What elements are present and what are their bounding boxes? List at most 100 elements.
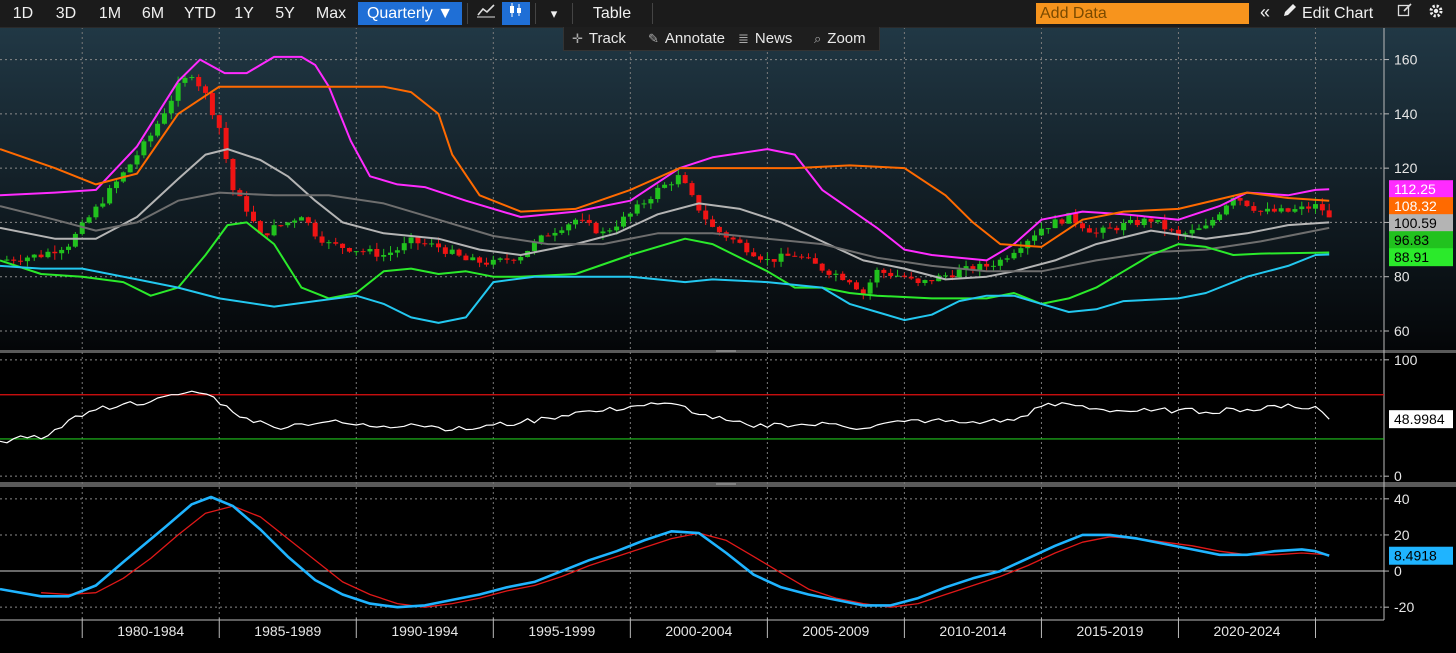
candle-body [168, 100, 174, 114]
range-1y-button[interactable]: 1Y [226, 2, 262, 25]
y-tick-label: 140 [1394, 106, 1418, 122]
crosshair-icon: ✛ [572, 31, 583, 46]
toolbar: 1D 3D 1M 6M YTD 1Y 5Y Max Quarterly ▼ ▾ … [0, 0, 1456, 28]
candle-body [758, 256, 764, 260]
x-tick-label: 1980-1984 [117, 623, 184, 639]
x-tick-label: 2000-2004 [665, 623, 732, 639]
candle-body [1251, 206, 1257, 211]
candle-body [374, 248, 380, 257]
collapse-chevron-icon[interactable]: « [1254, 2, 1276, 25]
candle-body [264, 233, 270, 236]
candle-body [1011, 252, 1017, 259]
candle-body [18, 260, 24, 262]
candle-body [751, 252, 757, 257]
range-6m-button[interactable]: 6M [133, 2, 173, 25]
candle-body [853, 282, 859, 290]
candle-body [196, 77, 202, 87]
candle-body [990, 265, 996, 267]
range-max-button[interactable]: Max [308, 2, 354, 25]
candle-body [1189, 229, 1195, 234]
candle-body [1244, 200, 1250, 207]
candle-body [353, 251, 359, 253]
candle-body [161, 113, 167, 124]
candle-body [1121, 223, 1127, 231]
y-tick-label: 80 [1394, 269, 1410, 285]
candle-body [1141, 218, 1147, 226]
candle-body [182, 77, 188, 83]
candle-body [11, 259, 17, 261]
candle-body [867, 282, 873, 294]
chart-area[interactable]: 1980-1984 1985-1989 1990-1994 1995-1999 2000… [0, 0, 1456, 653]
edit-chart-label: Edit Chart [1302, 5, 1374, 22]
news-button[interactable]: ≣ News [738, 27, 792, 50]
candle-body [1223, 205, 1229, 215]
candlestick-icon[interactable] [502, 2, 530, 25]
y-tick-label: 100 [1394, 352, 1418, 368]
candle-body [545, 235, 551, 237]
candle-body [668, 184, 674, 186]
range-ytd-button[interactable]: YTD [178, 2, 222, 25]
range-1d-button[interactable]: 1D [6, 2, 40, 25]
x-tick-label: 1995-1999 [528, 623, 595, 639]
candle-body [819, 263, 825, 271]
candle-body [538, 235, 544, 243]
chart-type-dropdown[interactable]: ▾ [542, 2, 566, 25]
candle-body [244, 196, 250, 212]
candle-body [449, 249, 455, 254]
range-3d-button[interactable]: 3D [46, 2, 86, 25]
candle-body [429, 243, 435, 245]
candle-body [1107, 227, 1113, 229]
annotate-button[interactable]: ✎ Annotate [648, 27, 725, 50]
track-button[interactable]: ✛ Track [572, 27, 626, 50]
chart-tools-bar: ✛ Track ✎ Annotate ≣ News ⌕ Zoom [563, 27, 880, 51]
candle-body [415, 237, 421, 244]
candle-body [593, 222, 599, 234]
candle-body [497, 258, 503, 260]
candle-body [579, 219, 585, 221]
candle-body [66, 246, 72, 250]
candle-body [1073, 212, 1079, 224]
last-value-label: 88.91 [1394, 249, 1429, 265]
candle-body [298, 217, 304, 221]
candle-body [915, 278, 921, 283]
candle-body [771, 259, 777, 262]
candle-body [1196, 228, 1202, 230]
candle-body [689, 183, 695, 196]
price-panel-background [0, 27, 1456, 350]
candle-body [1018, 248, 1024, 253]
candle-body [141, 141, 147, 156]
candle-body [1237, 197, 1243, 201]
candle-body [552, 232, 558, 236]
candle-body [716, 226, 722, 233]
candle-body [1100, 227, 1106, 233]
candle-body [367, 248, 373, 252]
candle-body [477, 257, 483, 263]
edit-layout-icon[interactable] [1394, 2, 1416, 25]
candle-body [1271, 208, 1277, 212]
candle-body [1292, 209, 1298, 212]
candle-body [326, 242, 332, 244]
y-tick-label: -20 [1394, 599, 1414, 615]
candle-body [655, 187, 661, 200]
range-1m-button[interactable]: 1M [90, 2, 130, 25]
candle-body [483, 262, 489, 265]
range-5y-button[interactable]: 5Y [266, 2, 304, 25]
candle-body [511, 259, 517, 261]
candle-body [559, 230, 565, 233]
line-chart-icon[interactable] [472, 2, 500, 25]
candle-body [641, 203, 647, 205]
zoom-button[interactable]: ⌕ Zoom [814, 27, 866, 50]
candle-body [1086, 228, 1092, 233]
candle-body [470, 257, 476, 261]
gear-icon[interactable] [1424, 2, 1448, 25]
candle-body [1306, 206, 1312, 209]
candle-body [901, 275, 907, 277]
candle-body [1155, 220, 1161, 222]
news-icon: ≣ [738, 31, 749, 46]
period-dropdown[interactable]: Quarterly ▼ [358, 2, 462, 25]
add-data-input[interactable] [1036, 3, 1249, 24]
x-tick-label: 2015-2019 [1076, 623, 1143, 639]
candle-body [93, 206, 99, 218]
edit-chart-button[interactable]: Edit Chart [1282, 2, 1390, 25]
table-button[interactable]: Table [576, 2, 648, 25]
